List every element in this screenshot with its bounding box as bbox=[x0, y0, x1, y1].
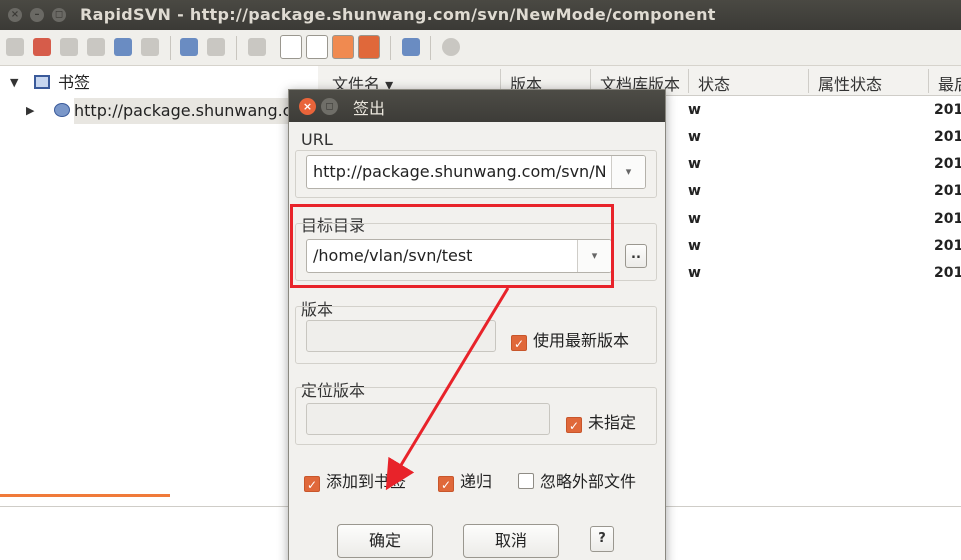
date-cell: 201 bbox=[934, 156, 961, 172]
tree-item-bookmarks[interactable]: ▼ 书签 bbox=[0, 70, 318, 96]
update-icon[interactable] bbox=[114, 38, 132, 56]
status-cell: w bbox=[688, 183, 701, 199]
url-combo[interactable]: http://package.shunwang.com/svn/N ▾ bbox=[306, 155, 646, 189]
checkbox-checked-icon[interactable]: ✓ bbox=[438, 476, 454, 492]
date-cell: 201 bbox=[934, 102, 961, 118]
column-divider[interactable] bbox=[688, 69, 689, 93]
recursive-checkbox[interactable]: ✓ 递归 bbox=[438, 468, 492, 492]
resolve-icon[interactable] bbox=[87, 38, 105, 56]
flat-view-icon[interactable] bbox=[248, 38, 266, 56]
window-minimize-icon[interactable]: – bbox=[30, 8, 44, 22]
date-cell: 201 bbox=[934, 238, 961, 254]
date-cell: 201 bbox=[934, 129, 961, 145]
toolbar bbox=[0, 30, 961, 66]
delete-icon[interactable] bbox=[33, 38, 51, 56]
log-icon[interactable] bbox=[207, 38, 225, 56]
url-group-label: URL bbox=[301, 130, 333, 149]
add-to-bookmarks-checkbox[interactable]: ✓ 添加到书签 bbox=[304, 468, 406, 492]
checkout-dialog: × ◻ 签出 URL http://package.shunwang.com/s… bbox=[288, 89, 666, 560]
url-value: http://package.shunwang.com/svn/N bbox=[313, 162, 605, 181]
show-unversioned-icon[interactable] bbox=[306, 35, 328, 59]
browse-button[interactable]: .. bbox=[625, 244, 647, 268]
column-last[interactable]: 最后 bbox=[938, 71, 961, 95]
status-cell: w bbox=[688, 129, 701, 145]
show-ignored-icon[interactable] bbox=[332, 35, 354, 59]
ignore-externals-checkbox[interactable]: 忽略外部文件 bbox=[518, 468, 636, 492]
chevron-down-icon[interactable]: ▾ bbox=[611, 156, 645, 188]
status-cell: w bbox=[688, 156, 701, 172]
date-cell: 201 bbox=[934, 211, 961, 227]
column-status[interactable]: 状态 bbox=[698, 71, 730, 95]
checkbox-unchecked-icon[interactable] bbox=[518, 473, 534, 489]
use-latest-checkbox[interactable]: ✓ 使用最新版本 bbox=[511, 327, 629, 351]
status-cell: w bbox=[688, 238, 701, 254]
repository-icon bbox=[54, 103, 70, 117]
column-divider[interactable] bbox=[808, 69, 809, 93]
commit-icon[interactable] bbox=[141, 38, 159, 56]
checkbox-checked-icon[interactable]: ✓ bbox=[304, 476, 320, 492]
ok-button[interactable]: 确定 bbox=[337, 524, 433, 558]
annotation-highlight-box bbox=[290, 204, 614, 288]
refresh-icon[interactable] bbox=[402, 38, 420, 56]
expand-closed-icon[interactable]: ▶ bbox=[26, 98, 34, 124]
checkbox-checked-icon[interactable]: ✓ bbox=[511, 335, 527, 351]
bookmark-tree: ▼ 书签 ▶ http://package.shunwang.com/ bbox=[0, 66, 323, 506]
checkbox-label: 忽略外部文件 bbox=[540, 472, 637, 491]
toolbar-separator bbox=[430, 36, 431, 60]
bookmarks-icon bbox=[34, 75, 50, 89]
date-cell: 201 bbox=[934, 183, 961, 199]
toolbar-separator bbox=[170, 36, 171, 60]
checkbox-label: 使用最新版本 bbox=[533, 331, 630, 350]
revert-icon[interactable] bbox=[60, 38, 78, 56]
progress-bar bbox=[0, 494, 170, 497]
window-maximize-icon[interactable]: ◻ bbox=[52, 8, 66, 22]
column-prop-status[interactable]: 属性状态 bbox=[818, 71, 882, 95]
show-conflict-icon[interactable] bbox=[358, 35, 380, 59]
window-close-icon[interactable]: × bbox=[8, 8, 22, 22]
status-cell: w bbox=[688, 265, 701, 281]
toolbar-separator bbox=[390, 36, 391, 60]
checkout-icon[interactable] bbox=[180, 38, 198, 56]
dialog-maximize-icon[interactable]: ◻ bbox=[321, 98, 338, 115]
checkbox-checked-icon[interactable]: ✓ bbox=[566, 417, 582, 433]
window-title-bar: × – ◻ RapidSVN - http://package.shunwang… bbox=[0, 0, 961, 30]
dialog-title-bar: × ◻ 签出 bbox=[289, 90, 665, 122]
tree-item-label: 书签 bbox=[58, 73, 91, 92]
cancel-button[interactable]: 取消 bbox=[463, 524, 559, 558]
status-cell: w bbox=[688, 102, 701, 118]
expand-open-icon[interactable]: ▼ bbox=[10, 70, 18, 96]
toolbar-separator bbox=[236, 36, 237, 60]
date-cell: 201 bbox=[934, 265, 961, 281]
tree-item-label: http://package.shunwang.com/ bbox=[74, 98, 323, 124]
dialog-title: 签出 bbox=[353, 99, 386, 118]
status-cell: w bbox=[688, 211, 701, 227]
peg-revision-input[interactable] bbox=[306, 403, 550, 435]
stop-icon[interactable] bbox=[442, 38, 460, 56]
window-title: RapidSVN - http://package.shunwang.com/s… bbox=[80, 5, 716, 24]
dialog-close-icon[interactable]: × bbox=[299, 98, 316, 115]
checkbox-label: 添加到书签 bbox=[326, 472, 407, 491]
checkbox-label: 递归 bbox=[460, 472, 493, 491]
help-button[interactable]: ? bbox=[590, 526, 614, 552]
unspecified-checkbox[interactable]: ✓ 未指定 bbox=[566, 409, 636, 433]
checkbox-label: 未指定 bbox=[588, 413, 637, 432]
tree-item-repository[interactable]: ▶ http://package.shunwang.com/ bbox=[0, 98, 323, 124]
revision-input[interactable] bbox=[306, 320, 496, 352]
column-divider[interactable] bbox=[928, 69, 929, 93]
show-modified-icon[interactable] bbox=[280, 35, 302, 59]
add-icon[interactable] bbox=[6, 38, 24, 56]
